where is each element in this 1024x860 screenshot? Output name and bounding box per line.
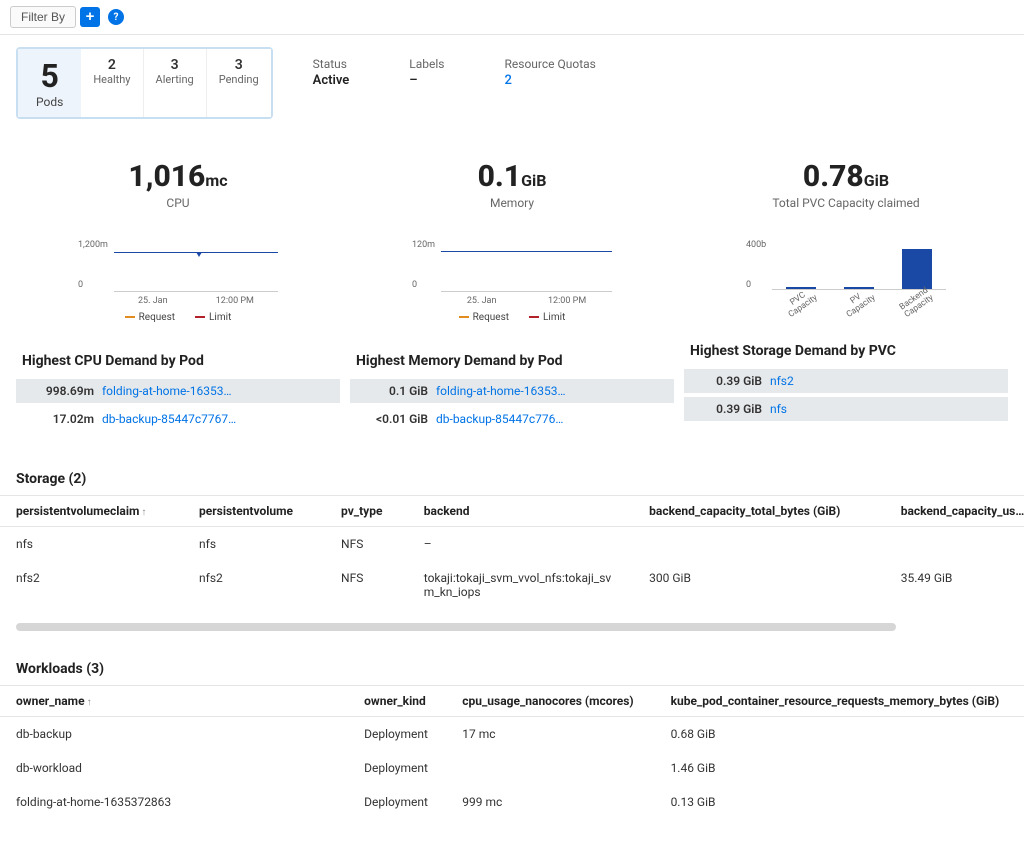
pvc-demand-row[interactable]: 0.39 GiB nfs2: [684, 369, 1008, 393]
table-row[interactable]: db-workload Deployment 1.46 GiB: [0, 751, 1024, 785]
col-backend[interactable]: backend: [408, 496, 633, 527]
col-pvtype[interactable]: pv_type: [325, 496, 408, 527]
meta-quotas: Resource Quotas 2: [505, 57, 596, 88]
pods-pending[interactable]: 3 Pending: [206, 49, 271, 117]
workloads-title: Workloads (3): [0, 645, 1024, 685]
memory-demand-list: 0.1 GiB folding-at-home-16353… <0.01 GiB…: [350, 379, 674, 431]
meta-status: Status Active: [313, 57, 350, 88]
memory-value: 0.1GiB: [350, 159, 674, 194]
add-filter-button[interactable]: +: [80, 7, 100, 27]
memory-chart[interactable]: 120m 0 25. Jan 12:00 PM Request Limit: [412, 240, 612, 323]
pvc-summary: 0.78GiB Total PVC Capacity claimed 400b …: [684, 159, 1008, 435]
memory-summary: 0.1GiB Memory 120m 0 25. Jan 12:00 PM: [350, 159, 674, 435]
pods-summary-box: 5 Pods 2 Healthy 3 Alerting 3 Pending: [16, 47, 273, 119]
table-row[interactable]: db-backup Deployment 17 mc 0.68 GiB: [0, 717, 1024, 752]
cpu-value: 1,016mc: [16, 159, 340, 194]
col-owner[interactable]: owner_name↑: [0, 686, 348, 717]
cpu-demand-list: 998.69m folding-at-home-16353… 17.02m db…: [16, 379, 340, 431]
pods-total[interactable]: 5 Pods: [18, 49, 81, 117]
table-row[interactable]: folding-at-home-1635372863 Deployment 99…: [0, 785, 1024, 819]
storage-title: Storage (2): [0, 455, 1024, 495]
col-mem[interactable]: kube_pod_container_resource_requests_mem…: [655, 686, 1024, 717]
memory-label: Memory: [350, 196, 674, 210]
horizontal-scrollbar[interactable]: [16, 623, 896, 631]
pods-healthy[interactable]: 2 Healthy: [81, 49, 142, 117]
pvc-demand-title: Highest Storage Demand by PVC: [684, 343, 1008, 359]
namespace-meta: Status Active Labels – Resource Quotas 2: [313, 47, 596, 88]
table-row[interactable]: nfs nfs NFS –: [0, 527, 1024, 562]
memory-demand-row[interactable]: 0.1 GiB folding-at-home-16353…: [350, 379, 674, 403]
cpu-demand-title: Highest CPU Demand by Pod: [16, 353, 340, 369]
pvc-chart[interactable]: 400b 0 PVC Capacity PV Capacity Backend …: [746, 240, 946, 313]
table-row[interactable]: nfs2 nfs2 NFS tokaji:tokaji_svm_vvol_nfs…: [0, 561, 1024, 609]
col-cap-used[interactable]: backend_capacity_us…: [885, 496, 1024, 527]
cpu-summary: 1,016mc CPU 1,200m 0 25. Jan 12:00 PM: [16, 159, 340, 435]
pods-alerting[interactable]: 3 Alerting: [143, 49, 206, 117]
meta-labels: Labels –: [409, 57, 444, 88]
help-icon[interactable]: ?: [108, 9, 124, 25]
filter-bar: Filter By + ?: [0, 0, 1024, 35]
legend-request[interactable]: Request: [459, 312, 509, 323]
legend-request[interactable]: Request: [125, 312, 175, 323]
filter-by-button[interactable]: Filter By: [10, 6, 76, 28]
workloads-table: owner_name↑ owner_kind cpu_usage_nanocor…: [0, 685, 1024, 819]
storage-table: persistentvolumeclaim↑ persistentvolume …: [0, 495, 1024, 609]
col-kind[interactable]: owner_kind: [348, 686, 446, 717]
pvc-demand-row[interactable]: 0.39 GiB nfs: [684, 397, 1008, 421]
memory-demand-title: Highest Memory Demand by Pod: [350, 353, 674, 369]
cpu-chart[interactable]: 1,200m 0 25. Jan 12:00 PM Request Limit: [78, 240, 278, 323]
cpu-demand-row[interactable]: 17.02m db-backup-85447c7767…: [16, 407, 340, 431]
sort-asc-icon: ↑: [141, 507, 146, 518]
col-cap-total[interactable]: backend_capacity_total_bytes (GiB): [633, 496, 885, 527]
cpu-demand-row[interactable]: 998.69m folding-at-home-16353…: [16, 379, 340, 403]
sort-asc-icon: ↑: [87, 697, 92, 708]
pvc-demand-list: 0.39 GiB nfs2 0.39 GiB nfs: [684, 369, 1008, 421]
pods-total-label: Pods: [36, 95, 63, 109]
memory-demand-row[interactable]: <0.01 GiB db-backup-85447c776…: [350, 407, 674, 431]
legend-limit[interactable]: Limit: [195, 312, 231, 323]
pvc-label: Total PVC Capacity claimed: [684, 196, 1008, 210]
col-pv[interactable]: persistentvolume: [183, 496, 325, 527]
cpu-label: CPU: [16, 196, 340, 210]
pvc-value: 0.78GiB: [684, 159, 1008, 194]
pods-total-value: 5: [36, 57, 63, 95]
col-cpu[interactable]: cpu_usage_nanocores (mcores): [446, 686, 654, 717]
legend-limit[interactable]: Limit: [529, 312, 565, 323]
col-pvc[interactable]: persistentvolumeclaim↑: [0, 496, 183, 527]
